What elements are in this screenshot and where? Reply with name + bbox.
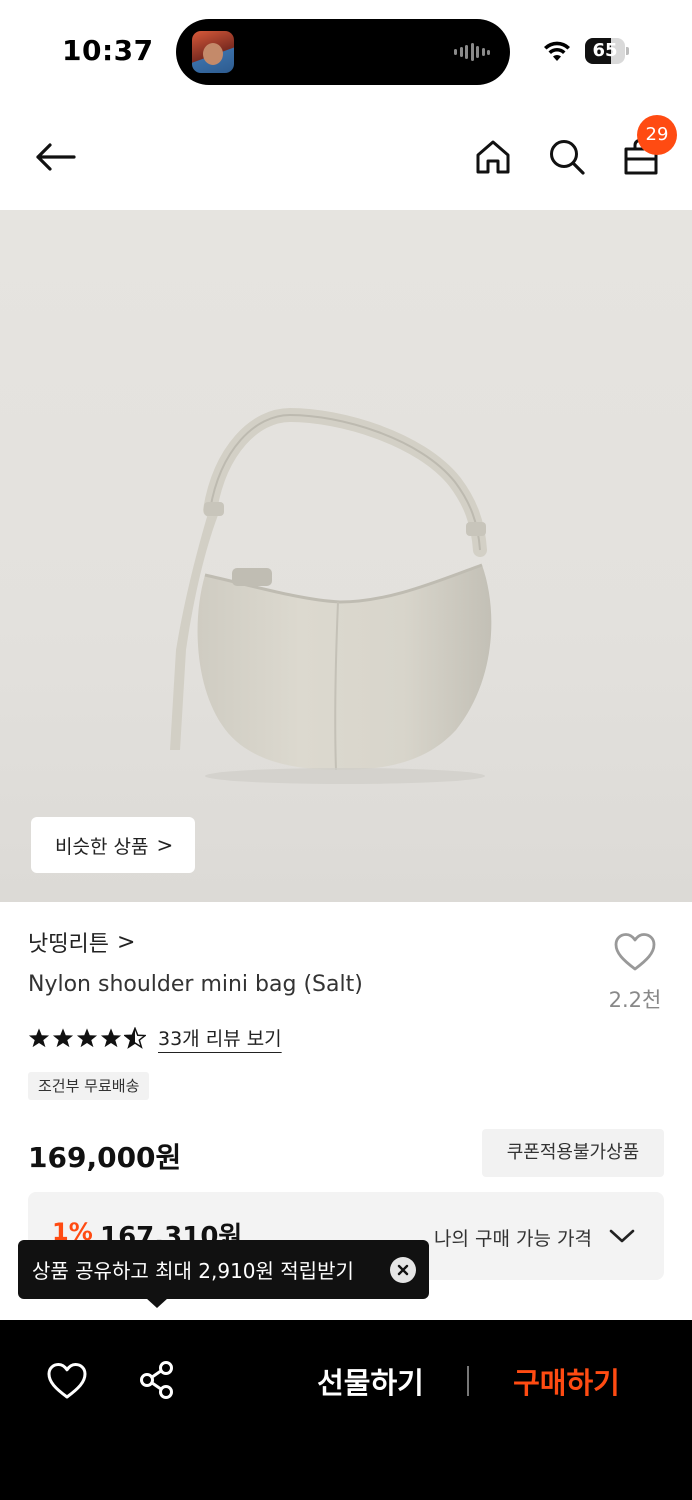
bag-illustration bbox=[170, 407, 492, 784]
product-name: Nylon shoulder mini bag (Salt) bbox=[28, 972, 363, 997]
tooltip-text: 상품 공유하고 최대 2,910원 적립받기 bbox=[32, 1259, 354, 1283]
star-icon bbox=[100, 1027, 122, 1047]
wifi-icon bbox=[544, 41, 570, 61]
brand-link[interactable]: 낫띵리튼 > bbox=[28, 926, 135, 958]
battery-icon: 65 bbox=[585, 38, 629, 64]
like-count: 2.2천 bbox=[608, 988, 662, 1012]
back-arrow-icon bbox=[36, 143, 76, 171]
star-icon bbox=[76, 1027, 98, 1047]
buy-button[interactable]: 구매하기 bbox=[494, 1360, 639, 1406]
heart-icon bbox=[614, 933, 656, 971]
cart-count-badge: 29 bbox=[637, 115, 677, 155]
product-image[interactable] bbox=[0, 210, 692, 902]
close-icon[interactable] bbox=[390, 1257, 416, 1283]
heart-icon[interactable] bbox=[46, 1362, 88, 1400]
now-playing-avatar bbox=[192, 31, 234, 73]
share-reward-tooltip: 상품 공유하고 최대 2,910원 적립받기 bbox=[18, 1240, 429, 1299]
wishlist-button[interactable] bbox=[600, 932, 670, 976]
status-bar: 10:37 65 bbox=[0, 0, 692, 104]
review-link[interactable]: 33개 리뷰 보기 bbox=[158, 1024, 282, 1051]
status-time: 10:37 bbox=[62, 34, 154, 67]
chevron-right-icon: > bbox=[156, 833, 174, 857]
chevron-right-icon: > bbox=[116, 929, 136, 955]
member-price-label: 나의 구매 가능 가격 bbox=[434, 1228, 592, 1250]
star-rating bbox=[28, 1026, 146, 1049]
gift-button[interactable]: 선물하기 bbox=[298, 1360, 443, 1406]
product-price: 169,000원 bbox=[28, 1141, 182, 1174]
chevron-down-icon bbox=[609, 1229, 635, 1243]
brand-name: 낫띵리튼 bbox=[28, 932, 109, 957]
share-icon[interactable] bbox=[138, 1360, 176, 1400]
search-button[interactable] bbox=[544, 132, 590, 182]
audio-wave-icon bbox=[454, 43, 490, 61]
divider bbox=[467, 1366, 469, 1396]
coupon-tag: 쿠폰적용불가상품 bbox=[482, 1129, 664, 1177]
top-nav bbox=[0, 104, 692, 210]
shipping-tag: 조건부 무료배송 bbox=[28, 1072, 150, 1100]
half-star-icon bbox=[124, 1026, 146, 1049]
star-icon bbox=[52, 1027, 74, 1047]
star-icon bbox=[28, 1027, 50, 1047]
battery-percent: 65 bbox=[592, 40, 618, 61]
bottom-action-bar: 선물하기 구매하기 bbox=[0, 1320, 692, 1500]
similar-products-button[interactable]: 비슷한 상품 > bbox=[31, 817, 195, 873]
home-button[interactable] bbox=[470, 132, 516, 182]
home-icon bbox=[476, 140, 510, 174]
rating: 33개 리뷰 보기 bbox=[28, 1024, 282, 1051]
similar-products-label: 비슷한 상품 bbox=[55, 835, 149, 858]
search-icon bbox=[550, 140, 585, 175]
dynamic-island[interactable] bbox=[176, 19, 510, 85]
tooltip-arrow bbox=[146, 1298, 168, 1308]
back-button[interactable] bbox=[30, 134, 80, 180]
